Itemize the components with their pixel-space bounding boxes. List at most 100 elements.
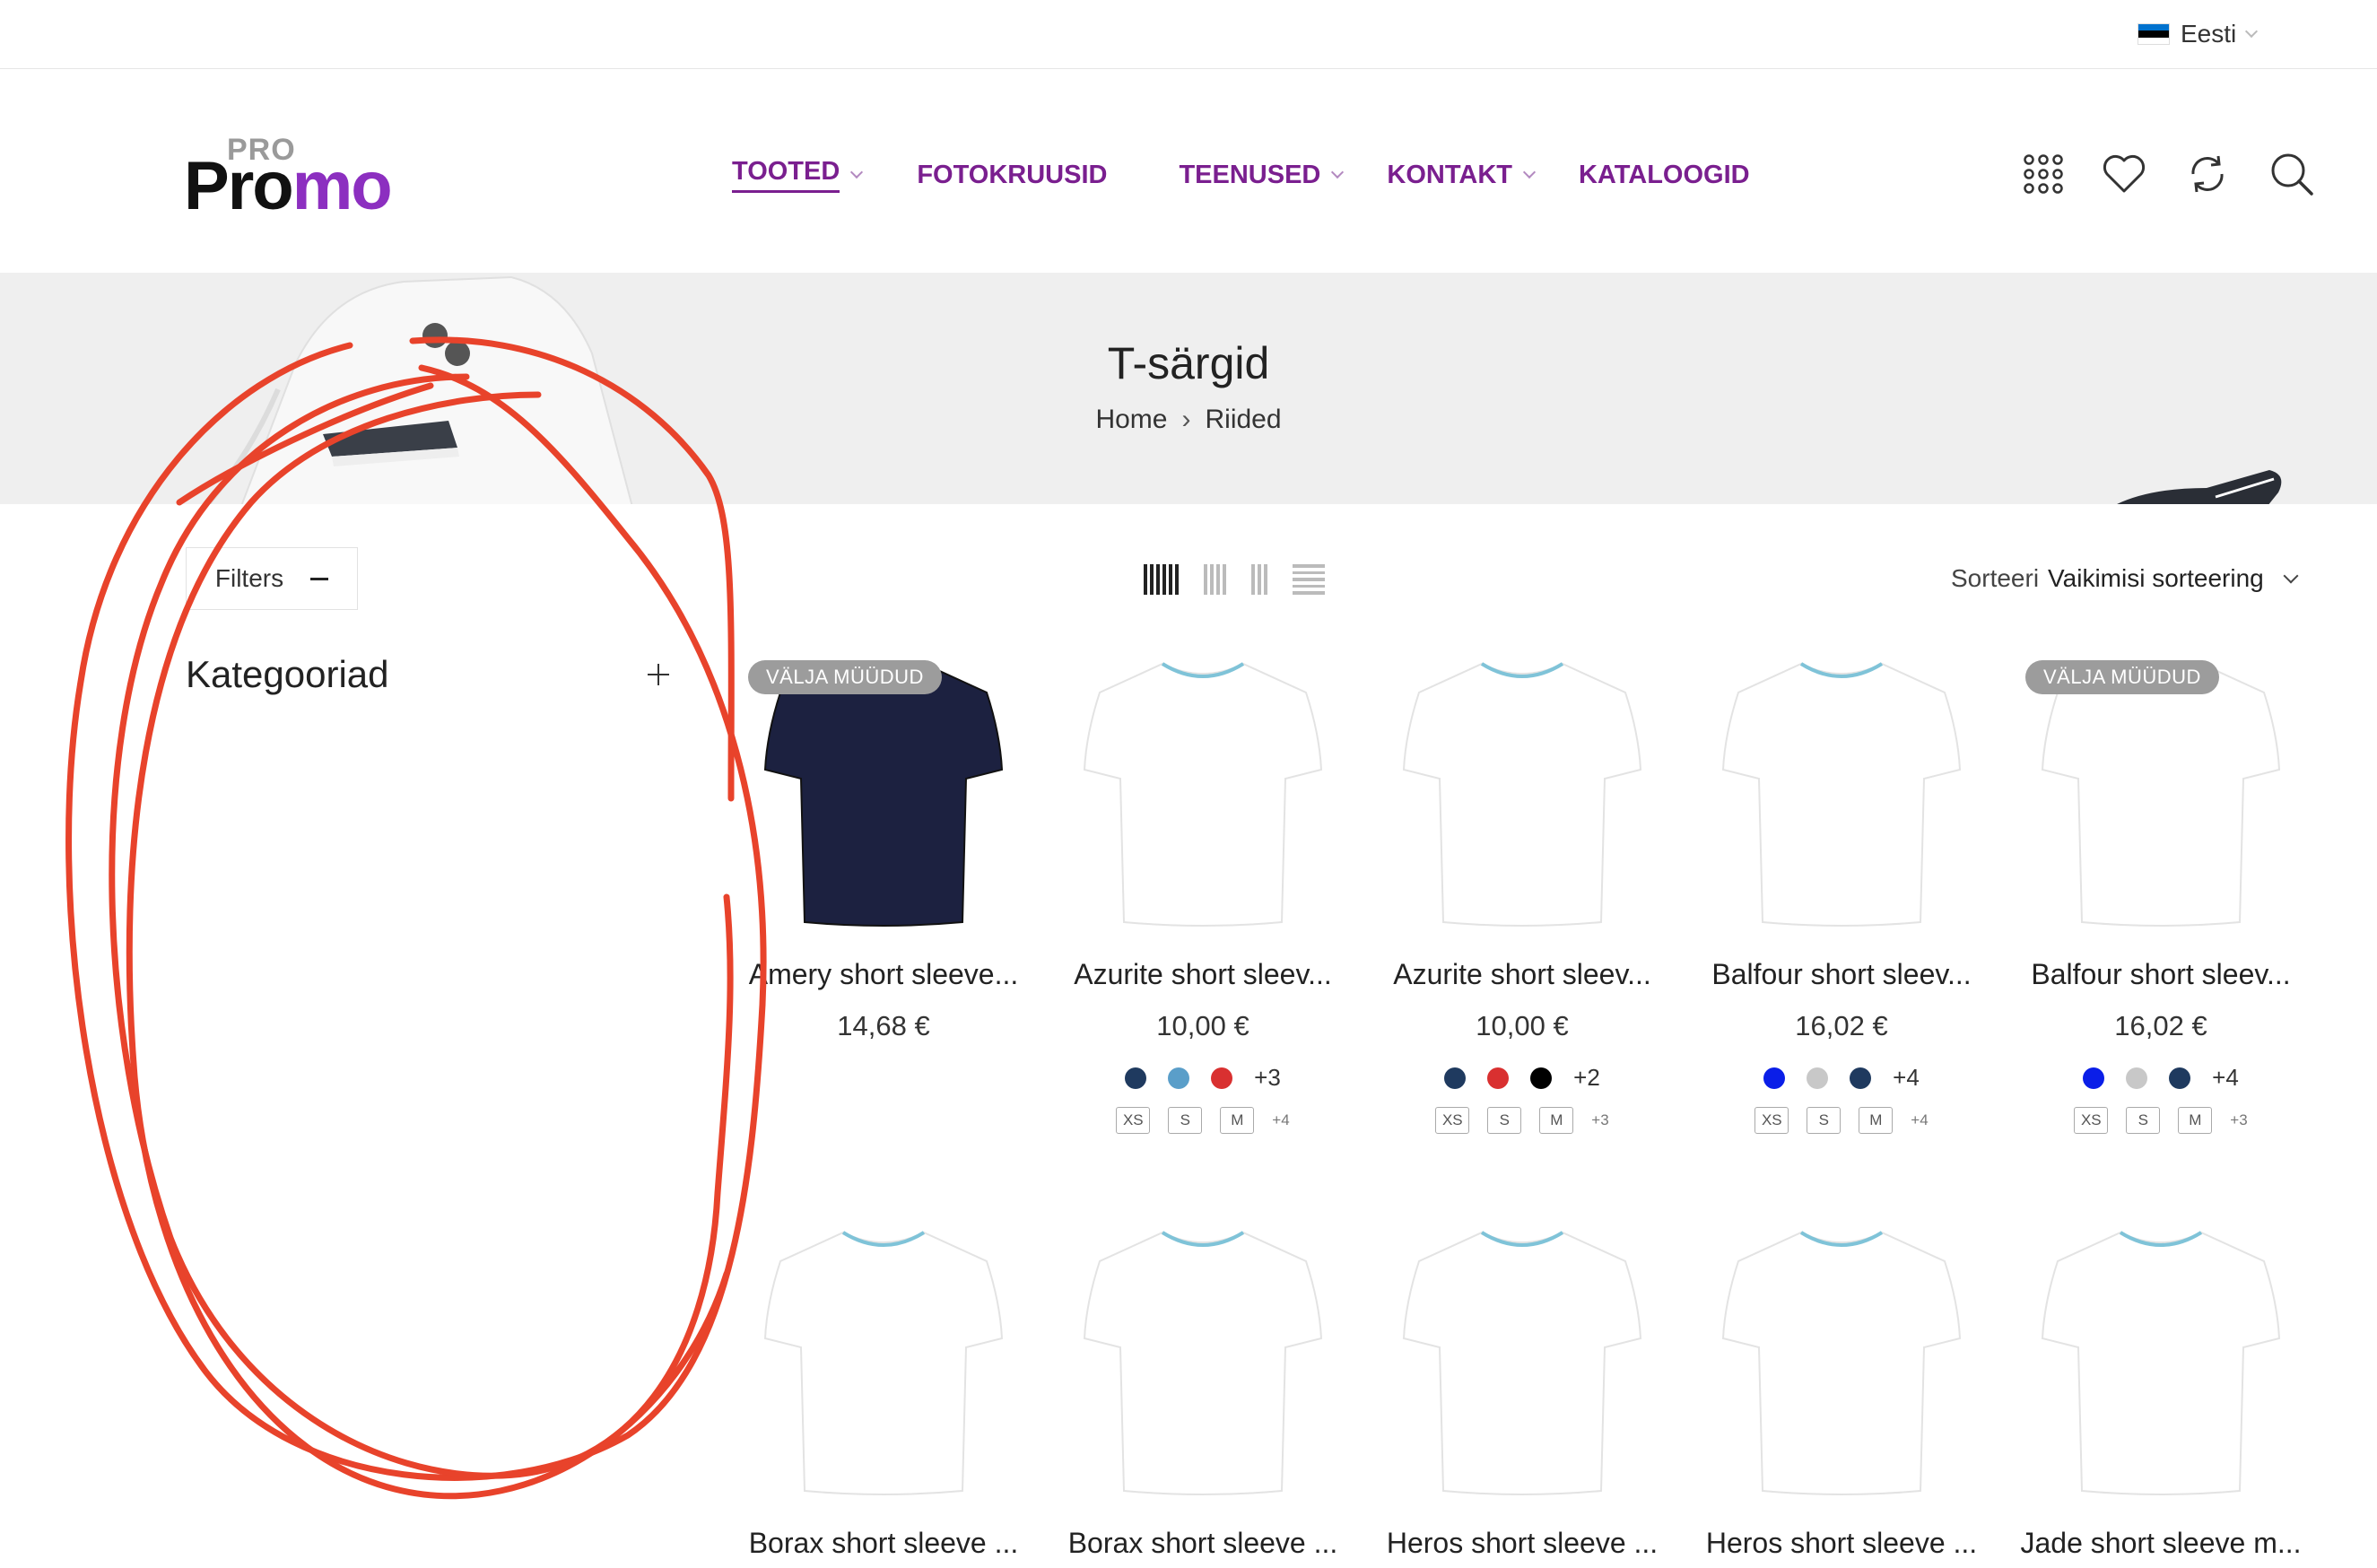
product-name[interactable]: Azurite short sleev...	[1374, 958, 1670, 991]
size-option[interactable]: M	[1539, 1107, 1574, 1134]
color-swatch[interactable]	[2083, 1067, 2105, 1089]
product-card[interactable]: Heros short sleeve ...	[1374, 1213, 1670, 1559]
sold-out-badge: VÄLJA MÜÜDUD	[2025, 660, 2219, 694]
product-name[interactable]: Borax short sleeve ...	[736, 1527, 1032, 1560]
size-options: XS S M +3	[1374, 1107, 1670, 1134]
more-sizes-count: +4	[1911, 1111, 1929, 1128]
tshirt-icon	[1721, 1231, 1962, 1495]
tshirt-icon	[1721, 662, 1962, 927]
nav-item-kontakt[interactable]: KONTAKT	[1387, 161, 1537, 190]
view-4-columns-button[interactable]	[1204, 564, 1226, 595]
product-card[interactable]: Borax short sleeve ...	[1055, 1213, 1351, 1559]
category-title: Kategooriad	[186, 653, 389, 695]
product-card[interactable]: VÄLJA MÜÜDUD Amery short sleeve... 14,68 €	[736, 644, 1032, 1041]
heart-icon[interactable]	[2102, 153, 2146, 195]
tshirt-icon	[2041, 662, 2281, 927]
product-price: 16,02 €	[2114, 1010, 2207, 1041]
tshirt-icon	[1083, 662, 1323, 927]
logo[interactable]: PRO Promo	[184, 133, 417, 222]
product-name[interactable]: Amery short sleeve...	[736, 958, 1032, 991]
search-icon[interactable]	[2268, 151, 2315, 197]
view-5-columns-button[interactable]	[1144, 564, 1179, 595]
view-3-columns-button[interactable]	[1251, 564, 1267, 595]
product-card[interactable]: Azurite short sleev... 10,00 € +2 XS S M +3	[1374, 644, 1670, 1134]
view-list-button[interactable]	[1293, 564, 1325, 595]
color-swatch[interactable]	[2169, 1067, 2191, 1089]
product-name[interactable]: Balfour short sleev...	[1694, 958, 1990, 991]
color-swatch[interactable]	[1444, 1067, 1467, 1089]
color-swatch[interactable]	[2126, 1067, 2148, 1089]
product-card[interactable]: Azurite short sleev... 10,00 € +3 XS S M +4	[1055, 644, 1351, 1134]
size-option[interactable]: M	[1220, 1107, 1255, 1134]
nav-item-tooted[interactable]: TOOTED	[732, 157, 864, 193]
product-image[interactable]	[1694, 1213, 1990, 1509]
product-price: 10,00 €	[1156, 1010, 1249, 1041]
product-price: 14,68 €	[837, 1010, 930, 1041]
color-swatch[interactable]	[1125, 1067, 1147, 1089]
filters-toggle-button[interactable]: Filters	[186, 547, 358, 610]
product-image[interactable]	[1374, 1213, 1670, 1509]
nav-item-kataloogid[interactable]: KATALOOGID	[1579, 161, 1750, 190]
size-option[interactable]: M	[2178, 1107, 2213, 1134]
breadcrumb-riided[interactable]: Riided	[1205, 405, 1281, 434]
product-name[interactable]: Heros short sleeve ...	[1374, 1527, 1670, 1560]
sort-dropdown[interactable]: Sorteeri Vaikimisi sorteering	[1951, 564, 2299, 593]
product-card[interactable]: VÄLJA MÜÜDUD Balfour short sleev... 16,02 …	[2013, 644, 2309, 1134]
more-sizes-count: +4	[1272, 1111, 1290, 1128]
nav-item-fotokruusid[interactable]: FOTOKRUUSID	[917, 161, 1107, 190]
breadcrumb-home[interactable]: Home	[1095, 405, 1167, 434]
product-image[interactable]	[2013, 1213, 2309, 1509]
estonia-flag-icon	[2138, 23, 2170, 45]
size-option[interactable]: M	[1859, 1107, 1894, 1134]
chevron-down-icon	[850, 165, 864, 179]
site-header: PRO Promo TOOTED FOTOKRUUSID TEENUSED KO…	[0, 70, 2377, 273]
color-swatch[interactable]	[1487, 1067, 1510, 1089]
product-name[interactable]: Azurite short sleev...	[1055, 958, 1351, 991]
product-image[interactable]	[1374, 644, 1670, 940]
size-option[interactable]: S	[1487, 1107, 1522, 1134]
color-swatch[interactable]	[1168, 1067, 1190, 1089]
product-name[interactable]: Borax short sleeve ...	[1055, 1527, 1351, 1560]
product-image[interactable]	[1055, 644, 1351, 940]
language-label: Eesti	[2181, 20, 2237, 48]
product-name[interactable]: Balfour short sleev...	[2013, 958, 2309, 991]
size-option[interactable]: XS	[1435, 1107, 1470, 1134]
color-swatch[interactable]	[1807, 1067, 1829, 1089]
size-option[interactable]: XS	[1754, 1107, 1789, 1134]
product-name[interactable]: Jade short sleeve m...	[2013, 1527, 2309, 1560]
color-swatches: +4	[2013, 1064, 2309, 1092]
nav-item-teenused[interactable]: TEENUSED	[1179, 161, 1345, 190]
product-image[interactable]	[1055, 1213, 1351, 1509]
product-image[interactable]: VÄLJA MÜÜDUD	[736, 644, 1032, 940]
product-card[interactable]: Jade short sleeve m...	[2013, 1213, 2309, 1559]
top-bar: Eesti	[0, 0, 2377, 69]
tshirt-icon	[763, 1231, 1004, 1495]
color-swatch[interactable]	[1763, 1067, 1786, 1089]
more-colors-count: +4	[1893, 1064, 1920, 1091]
size-option[interactable]: S	[1807, 1107, 1842, 1134]
product-card[interactable]: Balfour short sleev... 16,02 € +4 XS S M +4	[1694, 644, 1990, 1134]
grid-menu-icon[interactable]	[2023, 153, 2064, 195]
size-option[interactable]: XS	[2074, 1107, 2109, 1134]
product-image[interactable]	[736, 1213, 1032, 1509]
color-swatch[interactable]	[1211, 1067, 1233, 1089]
tshirt-icon	[1402, 1231, 1642, 1495]
product-card[interactable]: Borax short sleeve ...	[736, 1213, 1032, 1559]
product-card[interactable]: Heros short sleeve ...	[1694, 1213, 1990, 1559]
language-switcher[interactable]: Eesti	[2138, 16, 2259, 52]
size-option[interactable]: S	[2126, 1107, 2161, 1134]
size-options: XS S M +4	[1055, 1107, 1351, 1134]
color-swatches: +4	[1694, 1064, 1990, 1092]
size-option[interactable]: XS	[1116, 1107, 1151, 1134]
main-nav: TOOTED FOTOKRUUSID TEENUSED KONTAKT KATA…	[732, 152, 1750, 197]
expand-plus-icon[interactable]	[648, 664, 669, 685]
sold-out-badge: VÄLJA MÜÜDUD	[748, 660, 942, 694]
product-image[interactable]: VÄLJA MÜÜDUD	[2013, 644, 2309, 940]
product-name[interactable]: Heros short sleeve ...	[1694, 1527, 1990, 1560]
compare-icon[interactable]	[2184, 151, 2231, 197]
size-option[interactable]: S	[1168, 1107, 1203, 1134]
product-image[interactable]	[1694, 644, 1990, 940]
color-swatch[interactable]	[1530, 1067, 1553, 1089]
more-sizes-count: +3	[2230, 1111, 2248, 1128]
color-swatch[interactable]	[1850, 1067, 1872, 1089]
